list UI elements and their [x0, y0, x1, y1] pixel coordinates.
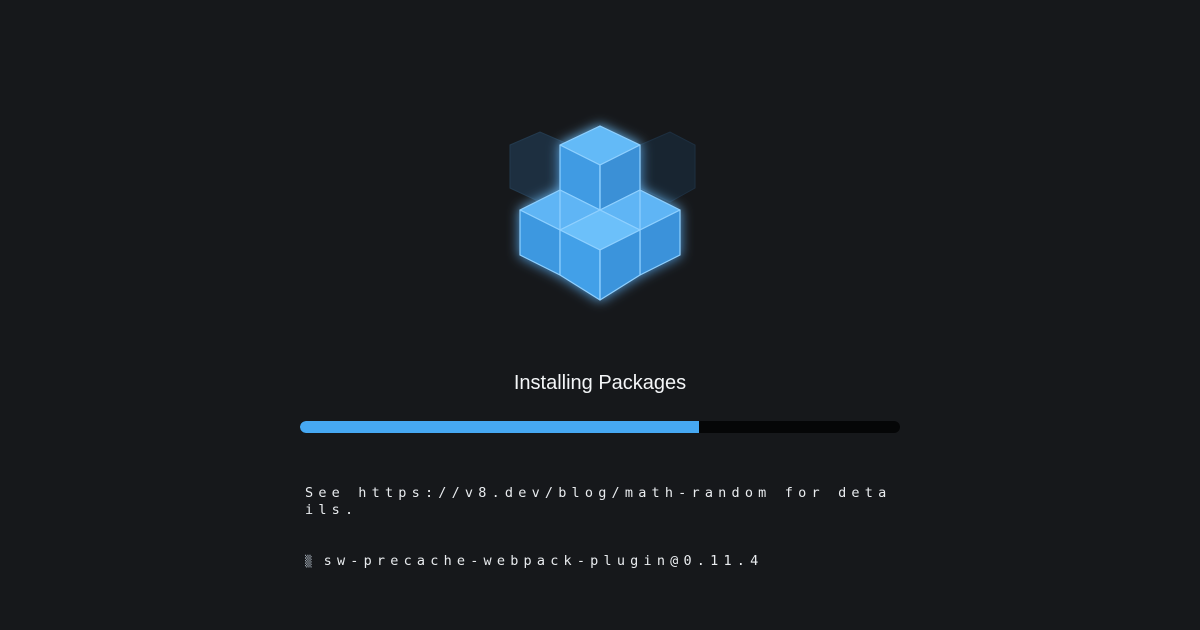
package-cubes-logo — [490, 110, 710, 320]
log-message: See https://v8.dev/blog/math-random for … — [305, 485, 892, 518]
install-progress-bar — [300, 421, 900, 433]
spinner-icon: ▒ — [305, 555, 312, 568]
log-package-name: sw-precache-webpack-plugin@0.11.4 — [323, 553, 764, 569]
log-current-package-line: ▒ sw-precache-webpack-plugin@0.11.4 — [305, 553, 897, 570]
stacked-cubes-icon — [509, 125, 696, 301]
install-progress-fill — [300, 421, 699, 433]
install-log: See https://v8.dev/blog/math-random for … — [305, 451, 897, 587]
status-title: Installing Packages — [513, 372, 687, 394]
